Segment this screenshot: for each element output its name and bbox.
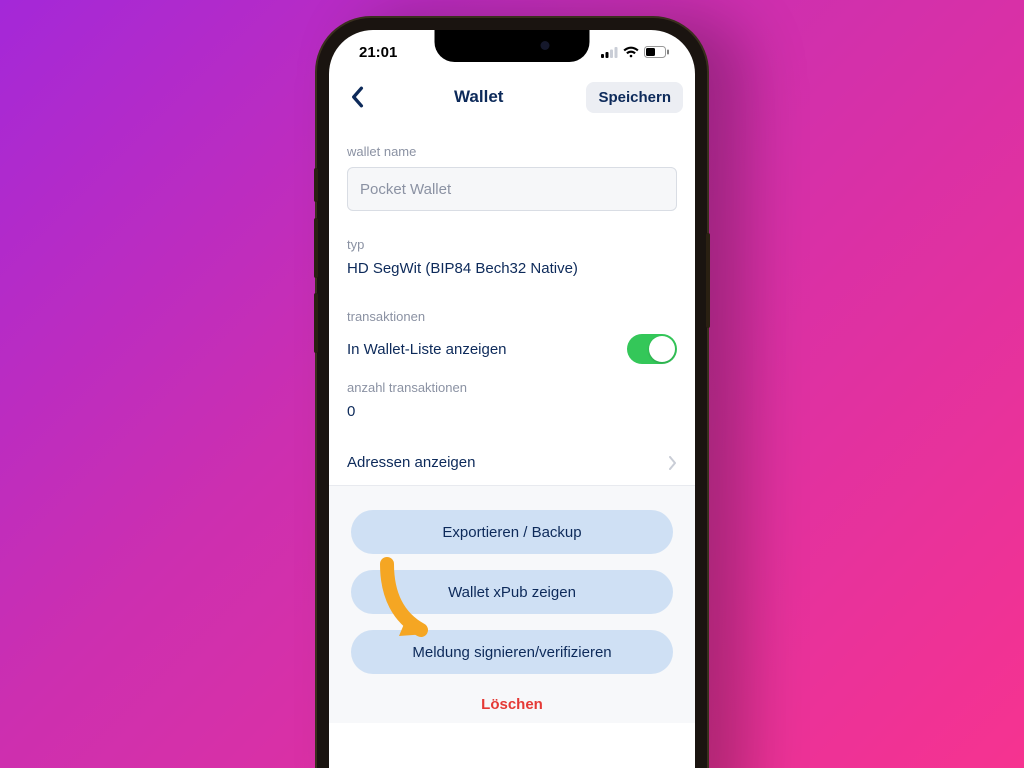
show-addresses-row[interactable]: Adressen anzeigen bbox=[329, 438, 695, 486]
chevron-right-icon bbox=[669, 456, 677, 470]
status-time: 21:01 bbox=[359, 44, 397, 61]
volume-button bbox=[314, 293, 318, 353]
delete-button[interactable]: Löschen bbox=[481, 696, 543, 713]
notch bbox=[435, 30, 590, 62]
transactions-label: transaktionen bbox=[347, 309, 677, 324]
cellular-icon bbox=[601, 47, 618, 58]
show-in-list-toggle[interactable] bbox=[627, 334, 677, 364]
save-button[interactable]: Speichern bbox=[586, 82, 683, 113]
show-xpub-button[interactable]: Wallet xPub zeigen bbox=[351, 570, 673, 614]
volume-button bbox=[314, 168, 318, 202]
phone-frame: 21:01 Wallet Speichern wallet name bbox=[317, 18, 707, 768]
tx-count-label: anzahl transaktionen bbox=[347, 380, 677, 395]
show-addresses-label: Adressen anzeigen bbox=[347, 454, 475, 471]
nav-bar: Wallet Speichern bbox=[329, 74, 695, 120]
battery-icon bbox=[644, 46, 669, 58]
volume-button bbox=[314, 218, 318, 278]
type-value: HD SegWit (BIP84 Bech32 Native) bbox=[347, 260, 677, 277]
tx-count-value: 0 bbox=[347, 403, 677, 420]
content: wallet name typ HD SegWit (BIP84 Bech32 … bbox=[329, 120, 695, 768]
type-label: typ bbox=[347, 237, 677, 252]
back-button[interactable] bbox=[343, 83, 371, 111]
sign-verify-button[interactable]: Meldung signieren/verifizieren bbox=[351, 630, 673, 674]
show-in-list-label: In Wallet-Liste anzeigen bbox=[347, 341, 507, 358]
actions-area: Exportieren / Backup Wallet xPub zeigen … bbox=[329, 486, 695, 723]
wallet-name-input[interactable] bbox=[347, 167, 677, 211]
export-backup-button[interactable]: Exportieren / Backup bbox=[351, 510, 673, 554]
page-title: Wallet bbox=[454, 87, 503, 107]
power-button bbox=[706, 233, 710, 328]
wifi-icon bbox=[623, 46, 639, 58]
screen: 21:01 Wallet Speichern wallet name bbox=[329, 30, 695, 768]
wallet-name-label: wallet name bbox=[347, 144, 677, 159]
